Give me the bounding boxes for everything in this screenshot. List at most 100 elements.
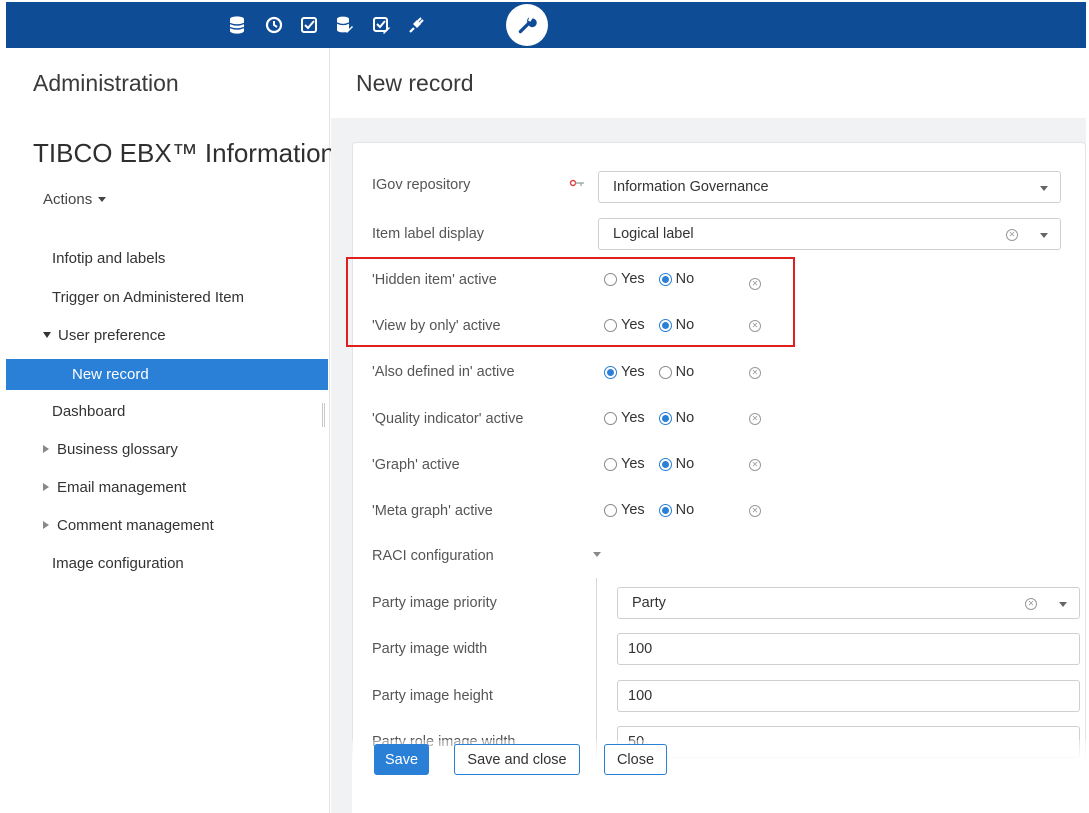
field-label-quality-indicator: 'Quality indicator' active xyxy=(372,411,524,427)
radio-label: No xyxy=(675,410,695,426)
clear-icon[interactable]: ✕ xyxy=(749,459,761,471)
radio-circle xyxy=(658,365,672,379)
graph-yes-radio[interactable]: Yes xyxy=(604,456,645,472)
sidebar-item-comment-management[interactable]: Comment management xyxy=(6,510,328,540)
item-label-display-value: Logical label xyxy=(613,226,694,242)
chevron-down-icon xyxy=(98,197,107,202)
field-label-party-image-width: Party image width xyxy=(372,641,488,657)
meta-graph-no-radio[interactable]: No xyxy=(658,502,695,518)
radio-label: Yes xyxy=(621,364,645,380)
sidebar-item-business-glossary[interactable]: Business glossary xyxy=(6,434,328,464)
database-edit-icon[interactable] xyxy=(333,14,355,36)
igov-repository-select[interactable]: Information Governance xyxy=(598,171,1061,203)
radio-circle xyxy=(604,365,617,379)
sidebar-item-label: Business glossary xyxy=(57,440,178,458)
sidebar-item-label: Comment management xyxy=(57,516,214,534)
clear-icon[interactable]: ✕ xyxy=(1006,229,1018,241)
highlight-annotation xyxy=(346,257,795,347)
field-label-also-defined-in: 'Also defined in' active xyxy=(372,364,515,380)
sidebar-item-label: Dashboard xyxy=(52,402,126,420)
close-button[interactable]: Close xyxy=(604,744,667,775)
actions-menu[interactable]: Actions xyxy=(43,191,107,208)
radio-label: Yes xyxy=(621,410,645,426)
clear-icon[interactable]: ✕ xyxy=(1025,598,1037,610)
party-image-height-value: 100 xyxy=(628,688,653,704)
quality-indicator-radio-group: Yes No xyxy=(604,410,708,426)
form-button-bar: Save Save and close Close xyxy=(352,740,1086,813)
page-title: New record xyxy=(356,70,474,96)
sidebar-item-dashboard[interactable]: Dashboard xyxy=(6,396,328,426)
save-and-close-button[interactable]: Save and close xyxy=(454,744,580,775)
radio-circle xyxy=(604,411,617,425)
clear-icon[interactable]: ✕ xyxy=(749,413,761,425)
radio-circle xyxy=(658,411,672,425)
radio-circle xyxy=(604,503,617,517)
save-button[interactable]: Save xyxy=(374,744,429,775)
sidebar-item-label: Image configuration xyxy=(52,554,184,572)
party-image-width-value: 100 xyxy=(628,641,653,657)
top-toolbar xyxy=(6,2,1086,48)
radio-label: Yes xyxy=(621,456,645,472)
sidebar-item-trigger[interactable]: Trigger on Administered Item xyxy=(6,282,328,312)
actions-label: Actions xyxy=(43,191,93,208)
party-image-width-input[interactable]: 100 xyxy=(617,633,1080,665)
party-image-priority-select[interactable]: Party ✕ xyxy=(617,587,1080,619)
radio-circle xyxy=(604,457,617,471)
database-icon[interactable] xyxy=(226,14,248,36)
radio-circle xyxy=(658,457,672,471)
collapsed-icon xyxy=(43,483,49,491)
radio-circle xyxy=(658,503,672,517)
also-defined-in-radio-group: Yes No xyxy=(604,364,708,380)
meta-graph-yes-radio[interactable]: Yes xyxy=(604,502,645,518)
field-label-igov-repository: IGov repository xyxy=(372,177,471,193)
party-image-height-input[interactable]: 100 xyxy=(617,680,1080,712)
field-label-meta-graph: 'Meta graph' active xyxy=(372,503,493,519)
also-defined-in-yes-radio[interactable]: Yes xyxy=(604,364,645,380)
sidebar-item-label: Infotip and labels xyxy=(52,249,166,267)
field-label-party-image-priority: Party image priority xyxy=(372,595,497,611)
also-defined-in-no-radio[interactable]: No xyxy=(658,364,695,380)
sidebar: Administration TIBCO EBX™ Information Ac… xyxy=(6,48,335,813)
graph-no-radio[interactable]: No xyxy=(658,456,695,472)
sidebar-title: Administration xyxy=(33,70,179,96)
checkbox-icon[interactable] xyxy=(298,14,320,36)
sidebar-item-email-management[interactable]: Email management xyxy=(6,472,328,502)
radio-label: No xyxy=(675,364,695,380)
sidebar-item-user-preference[interactable]: User preference xyxy=(6,320,328,350)
sidebar-item-image-configuration[interactable]: Image configuration xyxy=(6,548,328,578)
field-label-graph: 'Graph' active xyxy=(372,457,460,473)
graph-radio-group: Yes No xyxy=(604,456,708,472)
checkbox-edit-icon[interactable] xyxy=(370,14,392,36)
foreign-key-icon[interactable] xyxy=(568,177,586,191)
field-label-item-label-display: Item label display xyxy=(372,226,485,242)
clock-icon[interactable] xyxy=(263,14,285,36)
plug-icon[interactable] xyxy=(405,14,427,36)
wrench-icon[interactable] xyxy=(506,4,548,46)
collapsed-icon xyxy=(43,521,49,529)
chevron-down-icon xyxy=(1040,186,1048,191)
meta-graph-radio-group: Yes No xyxy=(604,502,708,518)
clear-icon[interactable]: ✕ xyxy=(749,505,761,517)
sidebar-item-label: Trigger on Administered Item xyxy=(52,288,245,306)
chevron-down-icon xyxy=(1040,233,1048,238)
sidebar-item-label: User preference xyxy=(58,326,166,344)
clear-icon[interactable]: ✕ xyxy=(749,367,761,379)
sidebar-item-infotip[interactable]: Infotip and labels xyxy=(6,243,328,273)
radio-label: No xyxy=(675,502,695,518)
expanded-icon xyxy=(43,332,51,338)
panel-splitter[interactable] xyxy=(322,403,325,427)
chevron-down-icon[interactable] xyxy=(593,552,601,557)
field-label-party-image-height: Party image height xyxy=(372,688,493,704)
quality-indicator-no-radio[interactable]: No xyxy=(658,410,695,426)
chevron-down-icon xyxy=(1059,602,1067,607)
item-label-display-select[interactable]: Logical label ✕ xyxy=(598,218,1061,250)
quality-indicator-yes-radio[interactable]: Yes xyxy=(604,410,645,426)
radio-label: No xyxy=(675,456,695,472)
section-label-raci: RACI configuration xyxy=(372,548,494,564)
app-title: TIBCO EBX™ Information xyxy=(33,138,335,168)
collapsed-icon xyxy=(43,445,49,453)
radio-label: Yes xyxy=(621,502,645,518)
party-image-priority-value: Party xyxy=(632,595,666,611)
sidebar-item-new-record[interactable]: New record xyxy=(6,359,328,390)
igov-repository-value: Information Governance xyxy=(613,179,769,195)
